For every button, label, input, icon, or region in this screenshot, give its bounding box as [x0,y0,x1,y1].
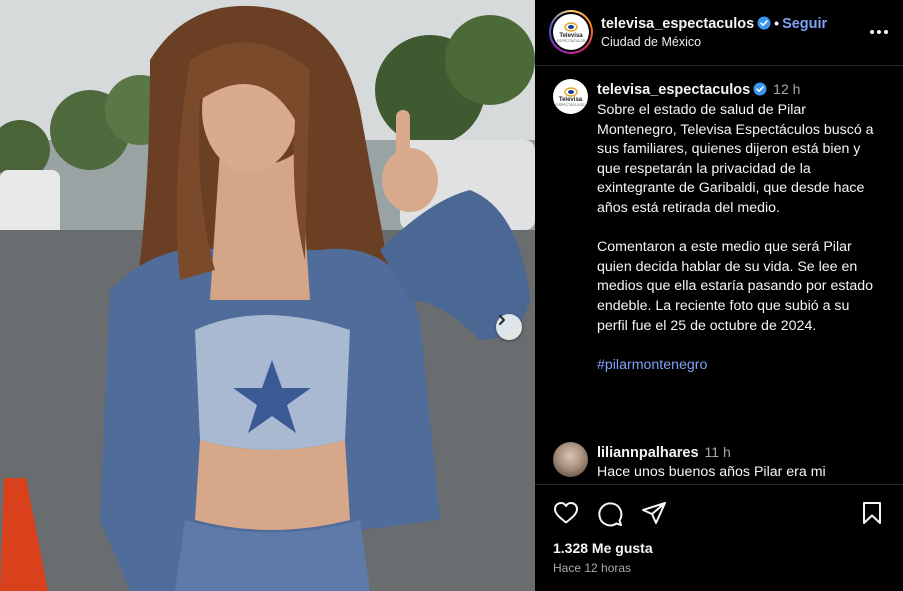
post-timestamp[interactable]: Hace 12 horas [553,561,631,575]
commenter-avatar[interactable] [553,442,588,477]
verified-badge-icon [753,82,767,96]
caption-text: Sobre el estado de salud de Pilar Monten… [597,101,877,395]
share-icon[interactable] [641,501,667,525]
verified-badge-icon [757,16,771,30]
separator-dot: • [774,15,780,31]
post-header: Televisa ESPECTÁCULOS televisa_espectacu… [535,0,903,66]
post-photo[interactable] [0,0,535,591]
author-username[interactable]: televisa_espectaculos [601,16,754,32]
author-avatar-story-ring[interactable]: Televisa ESPECTÁCULOS [549,10,593,54]
follow-button[interactable]: Seguir [782,16,827,32]
commenter-username[interactable]: liliannpalhares [597,445,699,461]
comment-time[interactable]: 11 h [705,444,731,460]
chevron-right-icon [499,315,505,325]
next-photo-button[interactable] [496,314,522,340]
avatar-sub-text: ESPECTÁCULOS [556,102,585,107]
post-actions: 1.328 Me gusta Hace 12 horas [535,484,903,591]
caption-header: televisa_espectaculos 12 h [597,81,800,98]
heart-icon[interactable] [553,501,579,525]
hashtag-link[interactable]: #pilarmontenegro [597,357,707,373]
caption-paragraph-2: Comentaron a este medio que será Pilar q… [597,239,874,334]
author-avatar[interactable]: Televisa ESPECTÁCULOS [553,14,589,50]
more-options-icon[interactable] [869,22,889,42]
televisa-logo-icon [564,21,578,32]
comment-text: Hace unos buenos años Pilar era mi [597,464,826,480]
televisa-logo-icon [563,86,578,97]
post-side-panel: Televisa ESPECTÁCULOS televisa_espectacu… [535,0,903,591]
caption-paragraph-1: Sobre el estado de salud de Pilar Monten… [597,102,874,216]
caption-author-avatar[interactable]: Televisa ESPECTÁCULOS [553,79,588,114]
likes-count[interactable]: 1.328 Me gusta [553,540,653,556]
comment-icon[interactable] [597,501,623,527]
comments-area[interactable]: Televisa ESPECTÁCULOS televisa_espectacu… [535,66,903,484]
avatar-sub-text: ESPECTÁCULOS [556,38,586,43]
header-user-line: televisa_espectaculos • Seguir [601,15,827,32]
comment-header: liliannpalhares 11 h [597,444,731,461]
post-photo-illustration [0,0,535,591]
post-location[interactable]: Ciudad de México [601,35,701,49]
bookmark-icon[interactable] [861,501,883,525]
caption-username[interactable]: televisa_espectaculos [597,82,750,98]
caption-time[interactable]: 12 h [773,81,800,97]
